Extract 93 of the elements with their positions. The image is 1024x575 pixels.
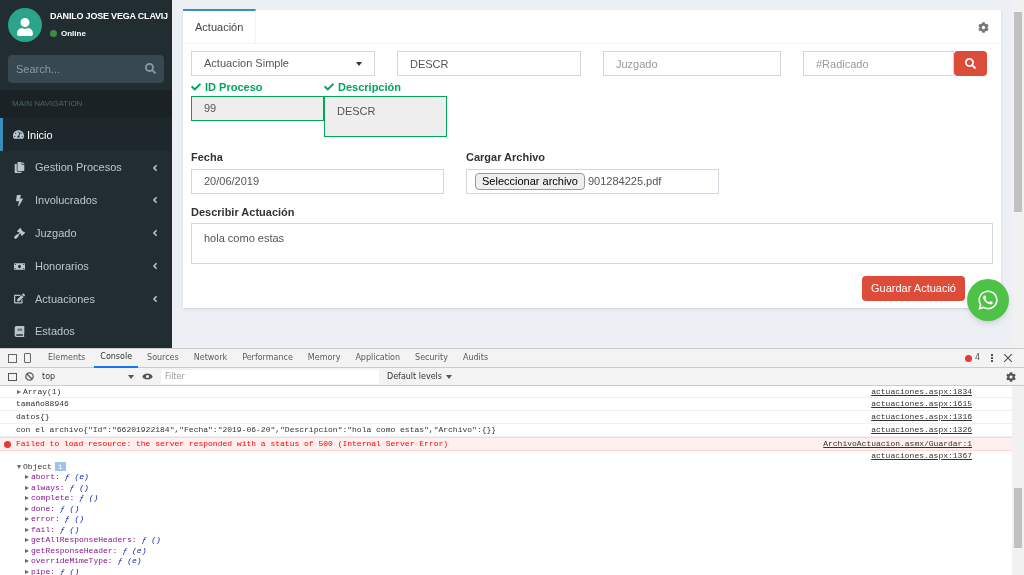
user-name: DANILO JOSE VEGA CLAVIJ xyxy=(50,10,168,24)
expand-arrow-icon[interactable] xyxy=(17,464,21,469)
inspect-icon[interactable] xyxy=(8,353,17,363)
error-count: 4 xyxy=(974,352,980,364)
whatsapp-icon xyxy=(977,289,999,311)
scrollbar[interactable] xyxy=(1012,0,1024,348)
console-message: con el archivo{"Id":"66201922184","Fecha":"2019-06-20","Descripcion":"hola como estas","Archivo":{}} xyxy=(16,424,498,436)
devtools-tab[interactable]: Audits xyxy=(456,349,495,368)
banknote-icon xyxy=(14,260,25,272)
levels-dropdown[interactable]: Default levels xyxy=(387,370,452,383)
description-textarea[interactable]: DESCR xyxy=(324,96,447,137)
object-property: always: ƒ () xyxy=(31,481,89,494)
file-input[interactable]: Seleccionar archivo 901284225.pdf xyxy=(466,168,719,194)
documents-icon xyxy=(14,162,25,174)
source-link[interactable]: actuaciones.aspx:1316 xyxy=(871,411,972,423)
field-label: ID Proceso xyxy=(205,79,263,95)
search-button[interactable] xyxy=(954,51,987,76)
source-link[interactable]: actuaciones.aspx:1367 xyxy=(871,450,972,462)
court-field[interactable]: Juzgado xyxy=(603,51,781,76)
user-status: Online xyxy=(61,27,86,40)
clear-icon[interactable] xyxy=(25,372,34,381)
caret-icon xyxy=(445,374,452,379)
nav-item[interactable]: Honorarios xyxy=(0,249,172,283)
field-label: Describir Actuación xyxy=(191,204,296,220)
nav-item[interactable]: Inicio xyxy=(0,118,172,152)
nav-item[interactable]: Actuaciones xyxy=(0,282,172,316)
close-icon[interactable] xyxy=(1004,354,1012,362)
devtools-tab[interactable]: Security xyxy=(409,349,454,368)
book-icon xyxy=(14,326,25,338)
date-field[interactable]: 20/06/2019 xyxy=(191,168,444,194)
nav-item[interactable]: Estados xyxy=(0,315,172,348)
console-message[interactable]: Array(1) xyxy=(23,385,872,398)
gauge-icon xyxy=(13,129,24,141)
object-property: fail: ƒ () xyxy=(31,523,80,536)
error-icon xyxy=(4,440,11,448)
user-icon xyxy=(16,17,34,36)
object-property: getResponseHeader: ƒ (e) xyxy=(31,544,147,557)
search-field[interactable]: Search... xyxy=(8,54,164,83)
object-property: done: ƒ () xyxy=(31,502,80,515)
source-link[interactable]: ArchivoActuacion.asmx/Guardar:1 xyxy=(823,438,972,450)
device-icon[interactable] xyxy=(24,353,31,363)
devtools-tab[interactable]: Memory xyxy=(301,349,347,368)
source-link[interactable]: actuaciones.aspx:1615 xyxy=(871,398,972,410)
devtools-tab[interactable]: Elements xyxy=(42,349,92,368)
source-link[interactable]: actuaciones.aspx:1326 xyxy=(871,424,972,436)
devtools-tab[interactable]: Application xyxy=(349,349,407,368)
save-button[interactable]: Guardar Actuació xyxy=(862,276,965,301)
search-icon xyxy=(965,58,976,69)
devtools-tab[interactable]: Network xyxy=(187,349,234,368)
settings-icon[interactable] xyxy=(1006,371,1016,382)
info-badge: i xyxy=(54,462,66,471)
error-message: Failed to load resource: the server responded with a status of 500 (Internal Server Error) xyxy=(16,438,450,450)
devtools-tab[interactable]: Sources xyxy=(141,349,185,368)
gavel-icon xyxy=(14,227,25,239)
description-field[interactable]: DESCR xyxy=(397,51,581,76)
bolt-icon xyxy=(14,194,25,206)
nav-item[interactable]: Gestion Procesos xyxy=(0,151,172,185)
filing-number-field[interactable]: #Radicado xyxy=(803,51,954,76)
object-property: overrideMimeType: ƒ (e) xyxy=(31,555,142,568)
error-icon xyxy=(964,354,972,362)
sidebar-toggle-icon[interactable] xyxy=(8,372,17,381)
nav-item[interactable]: Involucrados xyxy=(0,184,172,217)
caret-icon xyxy=(356,61,362,66)
type-select[interactable]: Actuacion Simple xyxy=(191,51,375,76)
context-select[interactable]: top xyxy=(42,370,134,383)
process-id-field[interactable]: 99 xyxy=(191,96,324,121)
search-icon[interactable] xyxy=(145,62,156,74)
object-property: getAllResponseHeaders: ƒ () xyxy=(31,534,161,547)
settings-icon[interactable] xyxy=(978,22,989,33)
expand-arrow-icon[interactable] xyxy=(17,389,21,394)
file-name: 901284225.pdf xyxy=(588,173,662,189)
object-property: error: ƒ () xyxy=(31,513,84,526)
object-property: pipe: ƒ () xyxy=(31,565,80,575)
object-property: complete: ƒ () xyxy=(31,492,99,505)
scrollbar[interactable] xyxy=(1012,386,1024,575)
field-label: Cargar Archivo xyxy=(466,150,547,165)
description-textarea[interactable]: hola como estas xyxy=(191,223,993,264)
devtools-tab[interactable]: Performance xyxy=(236,349,299,368)
nav-item[interactable]: Juzgado xyxy=(0,216,172,250)
tab[interactable]: Actuación xyxy=(183,9,257,43)
choose-file-button[interactable]: Seleccionar archivo xyxy=(475,172,585,190)
caret-icon xyxy=(128,374,134,379)
field-label: Fecha xyxy=(191,150,224,165)
object-label[interactable]: Object xyxy=(23,460,52,473)
console-message: tamaño88946 xyxy=(16,398,70,410)
filter-field[interactable]: Filter xyxy=(161,369,379,384)
object-property: abort: ƒ (e) xyxy=(31,471,89,484)
console-message: datos{} xyxy=(16,411,51,423)
source-link[interactable]: actuaciones.aspx:1834 xyxy=(871,385,972,398)
field-label: Descripción xyxy=(338,79,401,95)
nav-header: MAIN NAVIGATION xyxy=(12,98,83,111)
eye-icon[interactable] xyxy=(142,373,153,380)
edit-icon xyxy=(14,293,25,305)
